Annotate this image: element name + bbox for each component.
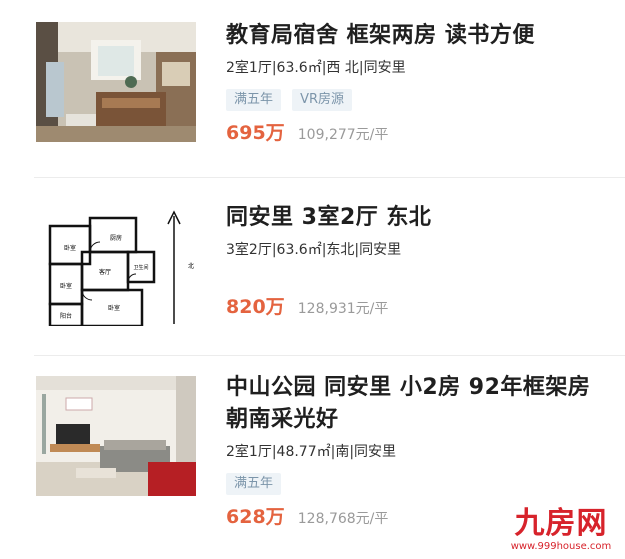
listing-tags: 满五年 — [226, 472, 615, 495]
room-label: 卧室 — [108, 304, 120, 312]
listing-card[interactable]: 教育局宿舍 框架两房 读书方便 2室1厅|63.6㎡|西 北|同安里 满五年 V… — [0, 0, 625, 178]
listing-attributes: 2室1厅|63.6㎡|西 北|同安里 — [226, 60, 406, 76]
room-label: 阳台 — [60, 312, 72, 320]
watermark-text: 九房网 — [514, 506, 608, 541]
listing-attributes: 3室2厅|63.6㎡|东北|同安里 — [226, 242, 402, 258]
listing-tags: 满五年 VR房源 — [226, 88, 615, 111]
room-label: 客厅 — [99, 268, 111, 276]
watermark-logo: 九房网 www.999house.com — [503, 507, 619, 553]
tag-badge: 满五年 — [226, 473, 282, 495]
listing-title[interactable]: 中山公园 同安里 小2房 92年框架房 朝南采光好 — [226, 372, 615, 436]
watermark-url: www.999house.com — [510, 541, 612, 552]
listing-info: 教育局宿舍 框架两房 读书方便 2室1厅|63.6㎡|西 北|同安里 满五年 V… — [226, 20, 615, 148]
tag-badge: VR房源 — [292, 89, 353, 111]
unit-price: 128,768元/平 — [297, 511, 389, 527]
price-row: 695万 109,277元/平 — [226, 120, 615, 148]
room-label: 厨房 — [110, 234, 122, 242]
listing-photo[interactable] — [36, 22, 196, 142]
listing-card[interactable]: 卧室 厨房 客厅 卫生间 卧室 卧室 阳台 北 同安里 3室2厅 东北 3室2厅… — [0, 178, 625, 356]
total-price: 820万 — [226, 296, 285, 318]
unit-price: 109,277元/平 — [297, 127, 389, 143]
price-row: 820万 128,931元/平 — [226, 294, 615, 322]
listing-title[interactable]: 教育局宿舍 框架两房 读书方便 — [226, 20, 615, 52]
listing-photo[interactable] — [36, 376, 196, 496]
listing-title[interactable]: 同安里 3室2厅 东北 — [226, 202, 615, 234]
room-label: 卧室 — [60, 282, 72, 290]
room-label: 卧室 — [64, 244, 76, 252]
compass-label: 北 — [188, 262, 194, 270]
room-label: 卫生间 — [133, 264, 148, 271]
unit-price: 128,931元/平 — [297, 301, 389, 317]
total-price: 695万 — [226, 122, 285, 144]
listing-info: 同安里 3室2厅 东北 3室2厅|63.6㎡|东北|同安里 820万 128,9… — [226, 202, 615, 322]
floorplan-image[interactable]: 卧室 厨房 客厅 卫生间 卧室 卧室 阳台 北 — [36, 206, 196, 326]
tag-badge: 满五年 — [226, 89, 282, 111]
listing-attributes: 2室1厅|48.77㎡|南|同安里 — [226, 444, 397, 460]
total-price: 628万 — [226, 506, 285, 528]
